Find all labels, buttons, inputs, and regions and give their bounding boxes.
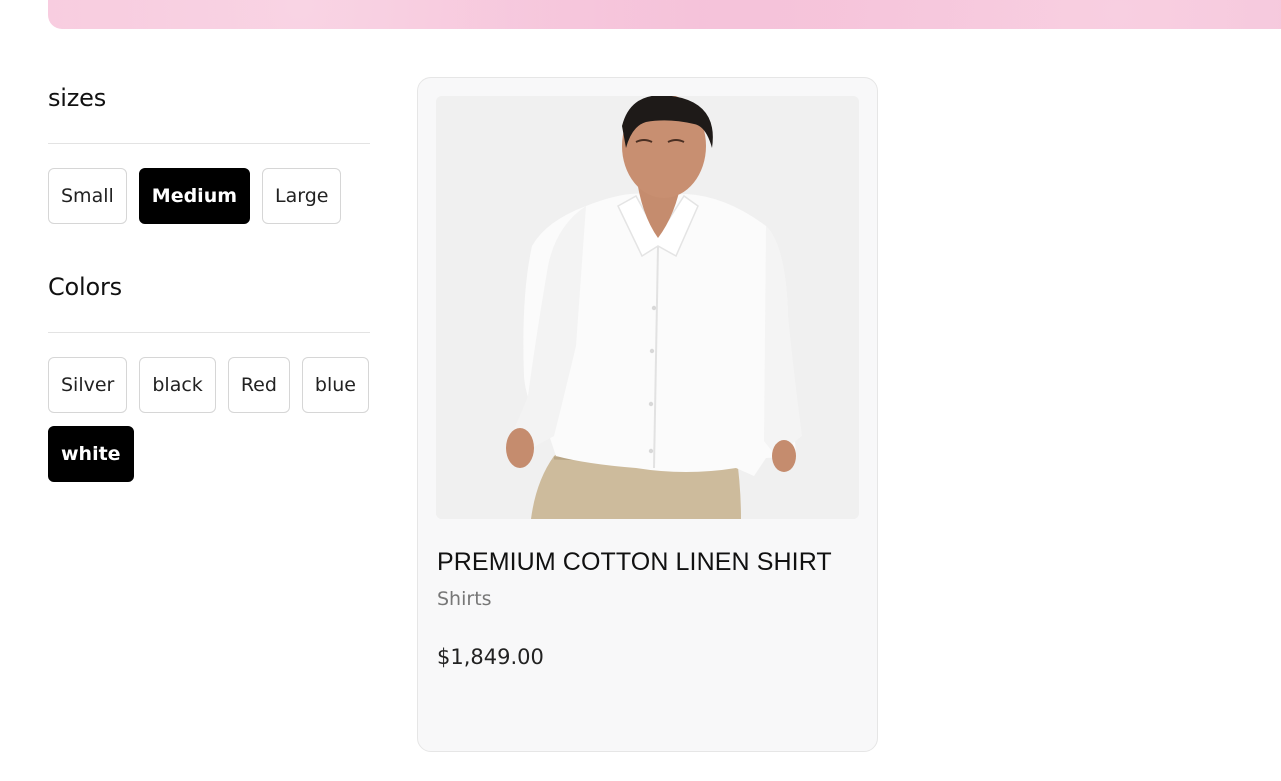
color-option-red[interactable]: Red (227, 357, 290, 413)
color-option-blue[interactable]: blue (301, 357, 369, 413)
sizes-filter: sizes Small Medium Large (48, 78, 370, 224)
color-option-silver[interactable]: Silver (48, 357, 128, 413)
divider (48, 143, 370, 144)
product-card[interactable]: PREMIUM COTTON LINEN SHIRT Shirts $1,849… (417, 77, 878, 752)
divider (48, 332, 370, 333)
hero-banner (48, 0, 1281, 29)
product-title[interactable]: PREMIUM COTTON LINEN SHIRT (437, 548, 832, 577)
color-option-black[interactable]: black (139, 357, 216, 413)
colors-filter-title: Colors (48, 273, 122, 301)
color-options: Silver black Red blue white (48, 357, 370, 482)
size-option-large[interactable]: Large (262, 168, 342, 224)
sizes-filter-title: sizes (48, 84, 107, 112)
size-option-small[interactable]: Small (48, 168, 127, 224)
colors-filter: Colors Silver black Red blue white (48, 267, 370, 482)
product-photo-illustration (436, 96, 859, 519)
size-option-medium[interactable]: Medium (138, 168, 251, 224)
product-price: $1,849.00 (437, 645, 544, 669)
color-option-white[interactable]: white (48, 426, 134, 482)
product-category: Shirts (437, 588, 492, 610)
filter-sidebar: sizes Small Medium Large Colors Silver b… (48, 78, 370, 482)
size-options: Small Medium Large (48, 168, 370, 224)
product-image[interactable] (436, 96, 859, 519)
